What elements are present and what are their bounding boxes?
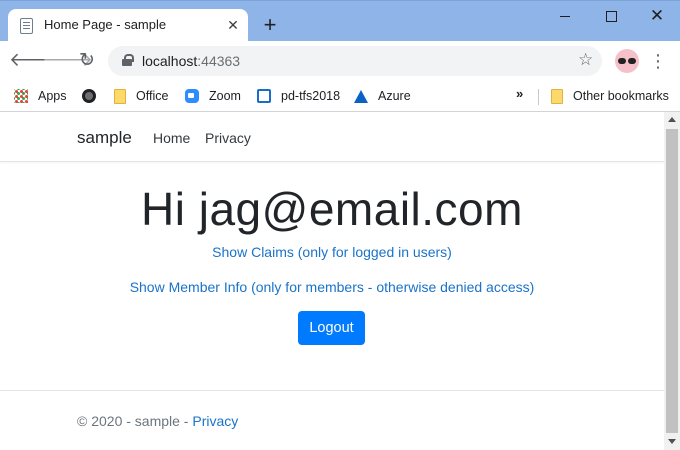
footer-copyright: © 2020 - sample - xyxy=(77,413,193,429)
globe-icon xyxy=(82,89,96,103)
url-port: :44363 xyxy=(197,53,241,69)
bookmarks-divider xyxy=(538,89,539,105)
lock-icon[interactable] xyxy=(122,54,134,67)
site-footer: © 2020 - sample - Privacy xyxy=(77,413,238,429)
web-page: sample Home Privacy Hi jag@email.com Sho… xyxy=(0,112,664,450)
title-bar: Home Page - sample ✕ + ✕ xyxy=(0,0,680,42)
bookmark-label: Other bookmarks xyxy=(573,89,669,103)
browser-menu-icon[interactable]: ⋮ xyxy=(648,49,668,73)
bookmark-apps[interactable]: Apps xyxy=(14,86,67,106)
scrollbar-thumb[interactable] xyxy=(666,129,678,433)
maximize-button[interactable] xyxy=(588,1,634,31)
url-text[interactable]: localhost:44363 xyxy=(142,53,240,69)
reload-button[interactable]: ↻ xyxy=(75,49,99,73)
scroll-up-arrow-icon[interactable] xyxy=(668,117,676,122)
apps-grid-icon xyxy=(14,89,28,103)
bookmark-label: Azure xyxy=(378,89,411,103)
bookmarks-overflow-button[interactable]: » xyxy=(516,86,523,101)
bookmark-label: Apps xyxy=(38,89,67,103)
show-claims-link[interactable]: Show Claims (only for logged in users) xyxy=(0,244,664,260)
bookmark-label: Office xyxy=(136,89,169,103)
page-scrollbar[interactable] xyxy=(664,112,680,450)
browser-chrome: Home Page - sample ✕ + ✕ 🡐 🡒 ↻ localhost… xyxy=(0,0,680,112)
azure-icon xyxy=(354,89,368,103)
azure-devops-icon xyxy=(257,89,271,103)
back-button[interactable]: 🡐 xyxy=(9,49,60,73)
bookmark-zoom[interactable]: Zoom xyxy=(185,86,241,106)
bookmark-star-icon[interactable]: ☆ xyxy=(578,50,593,70)
browser-tab[interactable]: Home Page - sample ✕ xyxy=(8,9,248,42)
new-tab-button[interactable]: + xyxy=(258,13,282,37)
bookmark-other-bookmarks[interactable]: Other bookmarks xyxy=(551,86,669,106)
tab-close-icon[interactable]: ✕ xyxy=(224,16,242,34)
bookmark-azure[interactable]: Azure xyxy=(354,86,411,106)
site-navbar: sample Home Privacy xyxy=(0,112,664,162)
greeting-heading: Hi jag@email.com xyxy=(141,183,523,235)
show-member-info-link[interactable]: Show Member Info (only for members - oth… xyxy=(0,279,664,295)
folder-icon xyxy=(551,88,563,104)
address-bar[interactable]: localhost:44363 ☆ xyxy=(108,46,602,76)
bookmark-label: Zoom xyxy=(209,89,241,103)
logout-button[interactable]: Logout xyxy=(298,311,365,345)
glasses-icon xyxy=(618,58,626,64)
bookmark-pd-tfs2018[interactable]: pd-tfs2018 xyxy=(257,86,340,106)
nav-privacy-link[interactable]: Privacy xyxy=(205,130,251,146)
window-close-button[interactable]: ✕ xyxy=(634,1,680,31)
footer-privacy-link[interactable]: Privacy xyxy=(192,413,238,429)
profile-avatar[interactable] xyxy=(615,49,639,73)
bookmarks-bar: Apps Office Zoom pd-tfs2018 Azure » Othe… xyxy=(0,81,680,112)
bookmark-label: pd-tfs2018 xyxy=(281,89,341,103)
forward-button[interactable]: 🡒 xyxy=(42,49,93,73)
folder-icon xyxy=(114,88,126,104)
scroll-down-arrow-icon[interactable] xyxy=(668,439,676,444)
footer-divider xyxy=(0,390,664,391)
url-host: localhost xyxy=(142,53,198,69)
nav-home-link[interactable]: Home xyxy=(153,130,190,146)
zoom-icon xyxy=(185,89,199,103)
site-brand-link[interactable]: sample xyxy=(77,128,132,148)
browser-toolbar: 🡐 🡒 ↻ localhost:44363 ☆ ⋮ xyxy=(0,41,680,81)
bookmark-office[interactable]: Office xyxy=(114,86,168,106)
tab-title: Home Page - sample xyxy=(44,17,167,32)
page-favicon-icon xyxy=(20,18,33,34)
bookmark-globe[interactable] xyxy=(82,86,106,106)
minimize-button[interactable] xyxy=(542,1,588,31)
